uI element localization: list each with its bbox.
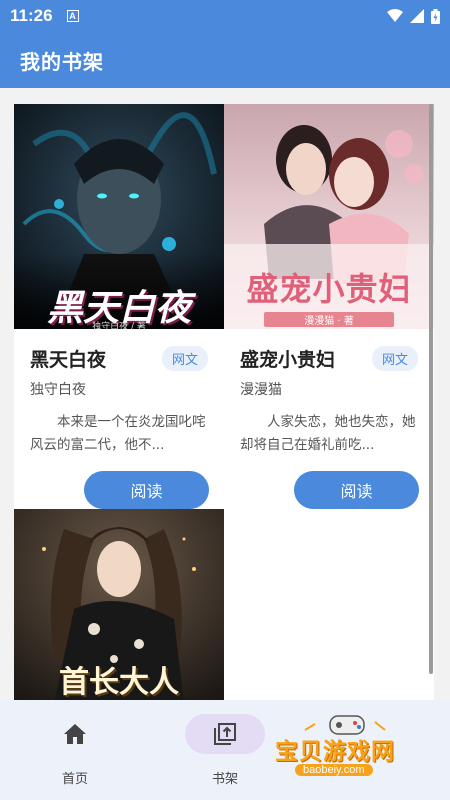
book-grid: 黑天白夜 独守白夜 / 著 黑天白夜 网文 独守白夜 本来是一个在炎龙国叱咤风云… <box>14 104 434 700</box>
read-button[interactable]: 阅读 <box>84 471 209 509</box>
book-author: 独守白夜 <box>30 382 86 398</box>
nav-icon-container <box>35 714 115 754</box>
status-icons <box>387 8 440 24</box>
home-icon <box>64 724 86 744</box>
nav-icon-container <box>185 714 265 754</box>
app-bar: 我的书架 <box>0 32 450 88</box>
wifi-icon <box>387 9 403 22</box>
book-header: 盛宠小贵妇 网文 <box>224 343 434 373</box>
cover-author: 漫漫猫 · 著 <box>264 312 394 327</box>
book-card[interactable]: 首长大人 <box>14 509 224 700</box>
book-cover[interactable]: 盛宠小贵妇 漫漫猫 · 著 <box>224 104 434 329</box>
genre-tag: 网文 <box>371 345 418 371</box>
watermark: 宝贝游戏网 baobeiy.com <box>275 712 425 792</box>
battery-icon <box>431 8 440 24</box>
book-description: 本来是一个在炎龙国叱咤风云的富二代，他不... <box>30 414 206 453</box>
book-cover[interactable]: 首长大人 <box>14 509 224 700</box>
genre-tag: 网文 <box>161 345 208 371</box>
book-card[interactable]: 盛宠小贵妇 漫漫猫 · 著 盛宠小贵妇 网文 漫漫猫 人家失恋，她也失恋，她却将… <box>224 104 434 509</box>
book-header: 黑天白夜 网文 <box>14 343 224 373</box>
nav-item-home[interactable]: 首页 <box>0 700 150 800</box>
watermark-url: baobeiy.com <box>295 764 373 776</box>
status-time: 11:26 <box>10 6 53 25</box>
bookshelf-icon <box>214 723 236 745</box>
book-title: 盛宠小贵妇 <box>240 348 336 371</box>
read-button[interactable]: 阅读 <box>294 471 419 509</box>
status-bar: 11:26 A <box>0 0 450 32</box>
page-title: 我的书架 <box>20 49 104 74</box>
nav-label: 书架 <box>211 772 238 787</box>
book-title: 黑天白夜 <box>30 348 107 371</box>
bookshelf-content[interactable]: 黑天白夜 独守白夜 / 著 黑天白夜 网文 独守白夜 本来是一个在炎龙国叱咤风云… <box>0 88 450 700</box>
watermark-text: 宝贝游戏网 <box>275 739 395 765</box>
signal-icon <box>410 9 424 23</box>
book-author: 漫漫猫 <box>240 382 282 398</box>
scrollbar[interactable] <box>429 104 433 674</box>
cover-author: 独守白夜 / 著 <box>92 322 146 329</box>
book-card[interactable]: 黑天白夜 独守白夜 / 著 黑天白夜 网文 独守白夜 本来是一个在炎龙国叱咤风云… <box>14 104 224 509</box>
book-cover[interactable]: 黑天白夜 独守白夜 / 著 <box>14 104 224 329</box>
cover-title: 盛宠小贵妇 <box>246 270 412 308</box>
cover-title: 首长大人 <box>59 665 179 700</box>
notification-a-icon: A <box>66 10 79 22</box>
book-description: 人家失恋，她也失恋，她却将自己在婚礼前吃... <box>240 414 416 453</box>
nav-label: 首页 <box>61 772 88 787</box>
